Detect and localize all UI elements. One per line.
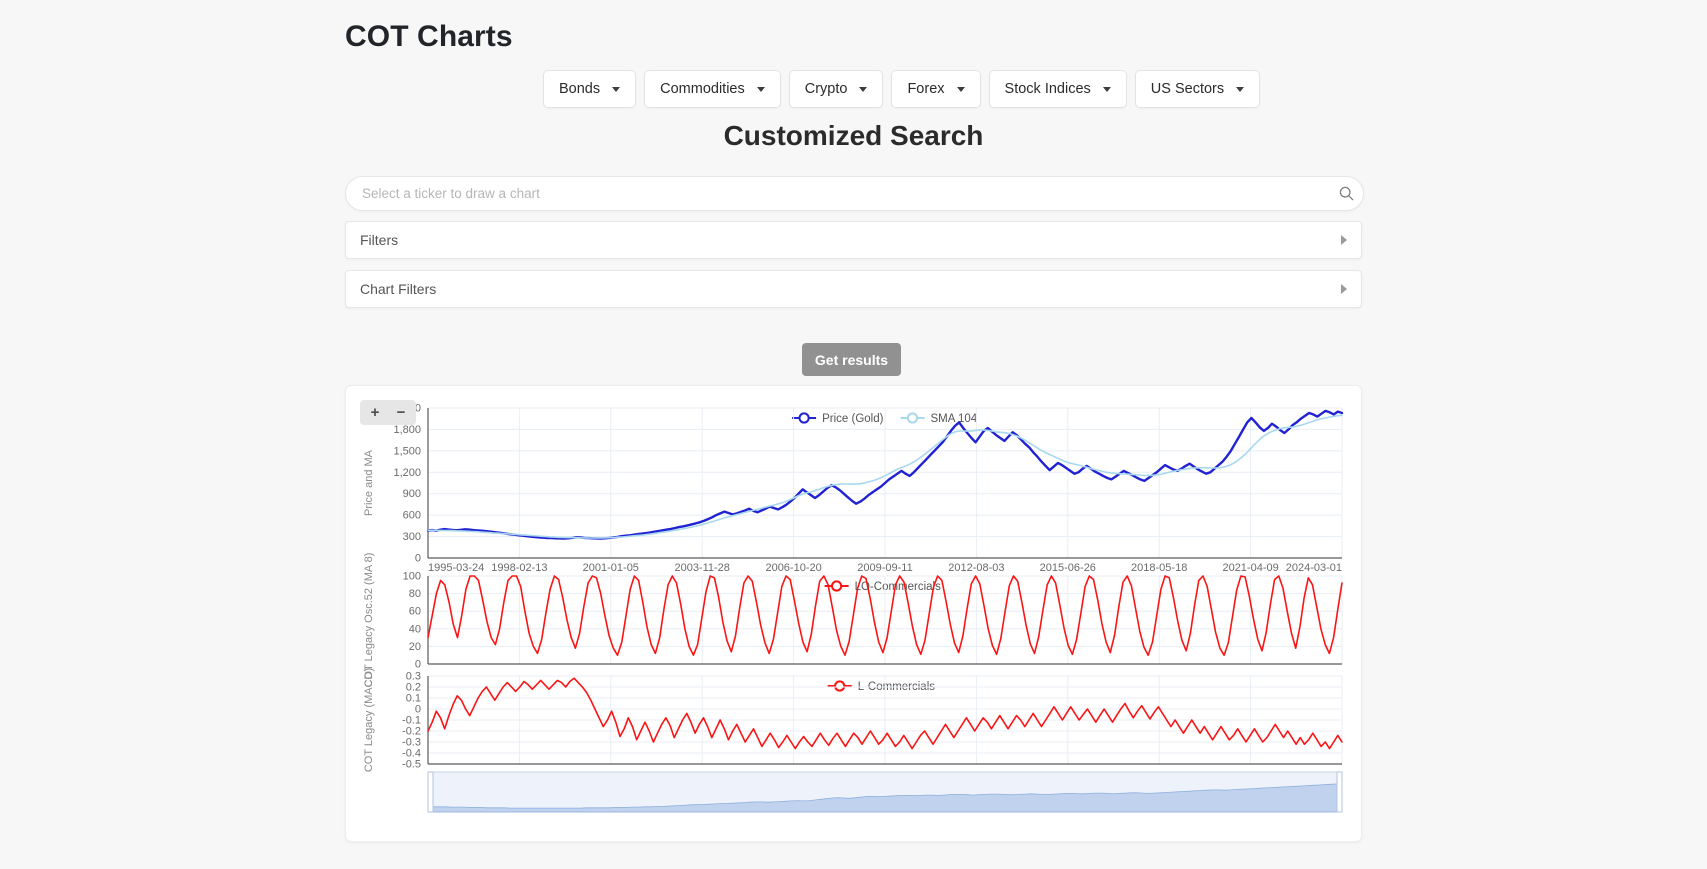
y-tick-label: 300 (403, 531, 421, 543)
legend-swatch-marker (831, 580, 843, 592)
legend-label: Price (Gold) (822, 413, 884, 425)
range-navigator[interactable] (427, 771, 1343, 813)
get-results-button[interactable]: Get results (802, 343, 901, 376)
x-tick-label: 1998-02-13 (491, 562, 547, 574)
page-title: COT Charts (345, 20, 513, 53)
navigator-handle-left[interactable] (427, 771, 434, 813)
nav-item-commodities[interactable]: Commodities (644, 70, 781, 108)
chart-panel-price-and-ma: 03006009001,2001,5001,8002,100Price and … (363, 403, 1344, 565)
cot-multi-panel-chart[interactable]: Price (Gold) SMA 10403006009001,2001,5001… (346, 386, 1361, 841)
y-tick-label: 0.2 (406, 682, 421, 694)
x-tick-label: 2015-06-26 (1040, 562, 1096, 574)
x-tick-label: 2012-08-03 (948, 562, 1004, 574)
nav-item-crypto[interactable]: Crypto (788, 70, 884, 108)
chart-panel-cot-legacy-macd: -0.5-0.4-0.3-0.2-0.100.10.20.3 COT Legacy… (363, 668, 1343, 772)
chevron-down-icon (1236, 86, 1245, 92)
nav-item-label: Crypto (804, 81, 848, 97)
nav-item-label: Commodities (660, 81, 745, 97)
nav-item-us-sectors[interactable]: US Sectors (1134, 70, 1261, 108)
chevron-down-icon (859, 86, 868, 92)
ticker-search-bar[interactable] (345, 176, 1364, 211)
nav-item-bonds[interactable]: Bonds (543, 70, 637, 108)
y-tick-label: 1,800 (393, 424, 421, 436)
y-tick-label: 0 (415, 659, 421, 671)
x-tick-label: 2021-04-09 (1222, 562, 1278, 574)
y-tick-label: 80 (409, 588, 421, 600)
legend-swatch-marker (798, 412, 810, 424)
chevron-down-icon (756, 86, 765, 92)
y-tick-label: 100 (403, 571, 421, 583)
y-tick-label: 1,500 (393, 445, 421, 457)
x-tick-label: 2006-10-20 (765, 562, 821, 574)
legend-swatch-marker (906, 412, 919, 424)
y-axis-title: Price and MA (363, 449, 375, 516)
y-tick-label: 1,200 (393, 467, 421, 479)
filters-accordion[interactable]: Filters (345, 221, 1362, 259)
x-tick-label: 2009-09-11 (857, 562, 912, 574)
chevron-down-icon (1102, 86, 1111, 92)
search-icon[interactable] (1329, 186, 1363, 201)
x-tick-label: 1995-03-24 (428, 562, 484, 574)
x-tick-label: 2024-03-01 (1286, 562, 1342, 574)
y-tick-label: 20 (409, 641, 421, 653)
legend-item-price-gold-[interactable]: Price (Gold) (792, 412, 884, 425)
chart-zoom-controls: + − (360, 400, 416, 425)
y-axis-title: COT Legacy (MACD) (363, 668, 375, 772)
legend-swatch-marker (834, 680, 846, 692)
legend-label: SMA 104 (931, 413, 978, 425)
y-tick-label: -0.4 (402, 748, 421, 760)
triangle-right-icon[interactable] (1341, 235, 1347, 245)
legend-item-lo-commercials[interactable]: LO-Commercials (824, 580, 942, 593)
chevron-down-icon (612, 86, 621, 92)
navigator-handle-right[interactable] (1336, 771, 1343, 813)
nav-item-forex[interactable]: Forex (891, 70, 981, 108)
chart-filters-accordion[interactable]: Chart Filters (345, 270, 1362, 308)
search-input[interactable] (346, 186, 1329, 201)
y-tick-label: 60 (409, 606, 421, 618)
y-tick-label: 40 (409, 623, 421, 635)
y-tick-label: -0.5 (402, 759, 421, 771)
nav-item-label: US Sectors (1150, 81, 1225, 97)
y-tick-label: 600 (403, 510, 421, 522)
legend-item-sma-104[interactable]: SMA 104 (900, 412, 978, 425)
nav-item-label: Stock Indices (1004, 81, 1091, 97)
chart-panel: + − Price (Gold) SMA 104 0 300 600 900 1,200 1,… (345, 385, 1362, 842)
x-tick-label: 2001-01-05 (583, 562, 639, 574)
chevron-down-icon (956, 86, 965, 92)
main-navbar: Bonds Commodities Crypto Forex Stock Ind… (543, 70, 1261, 108)
zoom-in-button[interactable]: + (363, 402, 387, 423)
y-tick-label: 0 (415, 553, 421, 565)
section-heading: Customized Search (723, 120, 984, 151)
nav-item-label: Forex (907, 81, 945, 97)
y-tick-label: 0.3 (406, 671, 421, 683)
y-tick-label: 0.1 (406, 693, 421, 705)
y-tick-label: -0.3 (402, 737, 421, 749)
zoom-out-button[interactable]: − (389, 402, 413, 423)
y-tick-label: 900 (403, 488, 421, 500)
app-root: COT Charts Bonds Commodities Crypto Fore… (0, 0, 1707, 869)
filters-label: Filters (360, 232, 399, 248)
nav-item-stock-indices[interactable]: Stock Indices (988, 70, 1127, 108)
x-tick-label: 2003-11-28 (674, 562, 729, 574)
y-axis-title: COT Legacy Osc.52 (MA 8) (363, 553, 375, 688)
chart-filters-label: Chart Filters (360, 281, 437, 297)
nav-item-label: Bonds (559, 81, 601, 97)
y-tick-label: -0.1 (402, 715, 421, 727)
y-tick-label: -0.2 (402, 726, 421, 738)
x-tick-label: 2018-05-18 (1131, 562, 1187, 574)
y-tick-label: 0 (415, 704, 421, 716)
triangle-right-icon[interactable] (1341, 284, 1347, 294)
